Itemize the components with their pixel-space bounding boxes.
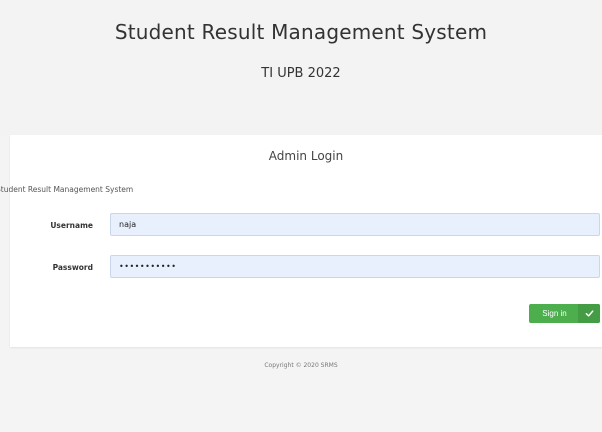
login-card: Admin Login Student Result Management Sy… bbox=[0, 135, 602, 347]
username-label: Username bbox=[50, 221, 93, 230]
app-title: Student Result Management System bbox=[114, 20, 488, 44]
login-page: Student Result Management System TI UPB … bbox=[0, 0, 602, 432]
login-title: Admin Login bbox=[268, 149, 344, 163]
password-label: Password bbox=[52, 263, 93, 272]
signin-label: Sign in bbox=[542, 309, 567, 318]
check-icon bbox=[578, 304, 600, 323]
password-input[interactable] bbox=[110, 255, 600, 278]
username-input[interactable] bbox=[110, 213, 600, 236]
signin-button[interactable]: Sign in bbox=[529, 304, 600, 323]
footer-copyright: Copyright © 2020 SRMS bbox=[264, 362, 338, 369]
app-subtitle: TI UPB 2022 bbox=[261, 66, 341, 81]
header-area: Student Result Management System TI UPB … bbox=[0, 0, 602, 135]
login-caption: Student Result Management System bbox=[0, 185, 134, 194]
